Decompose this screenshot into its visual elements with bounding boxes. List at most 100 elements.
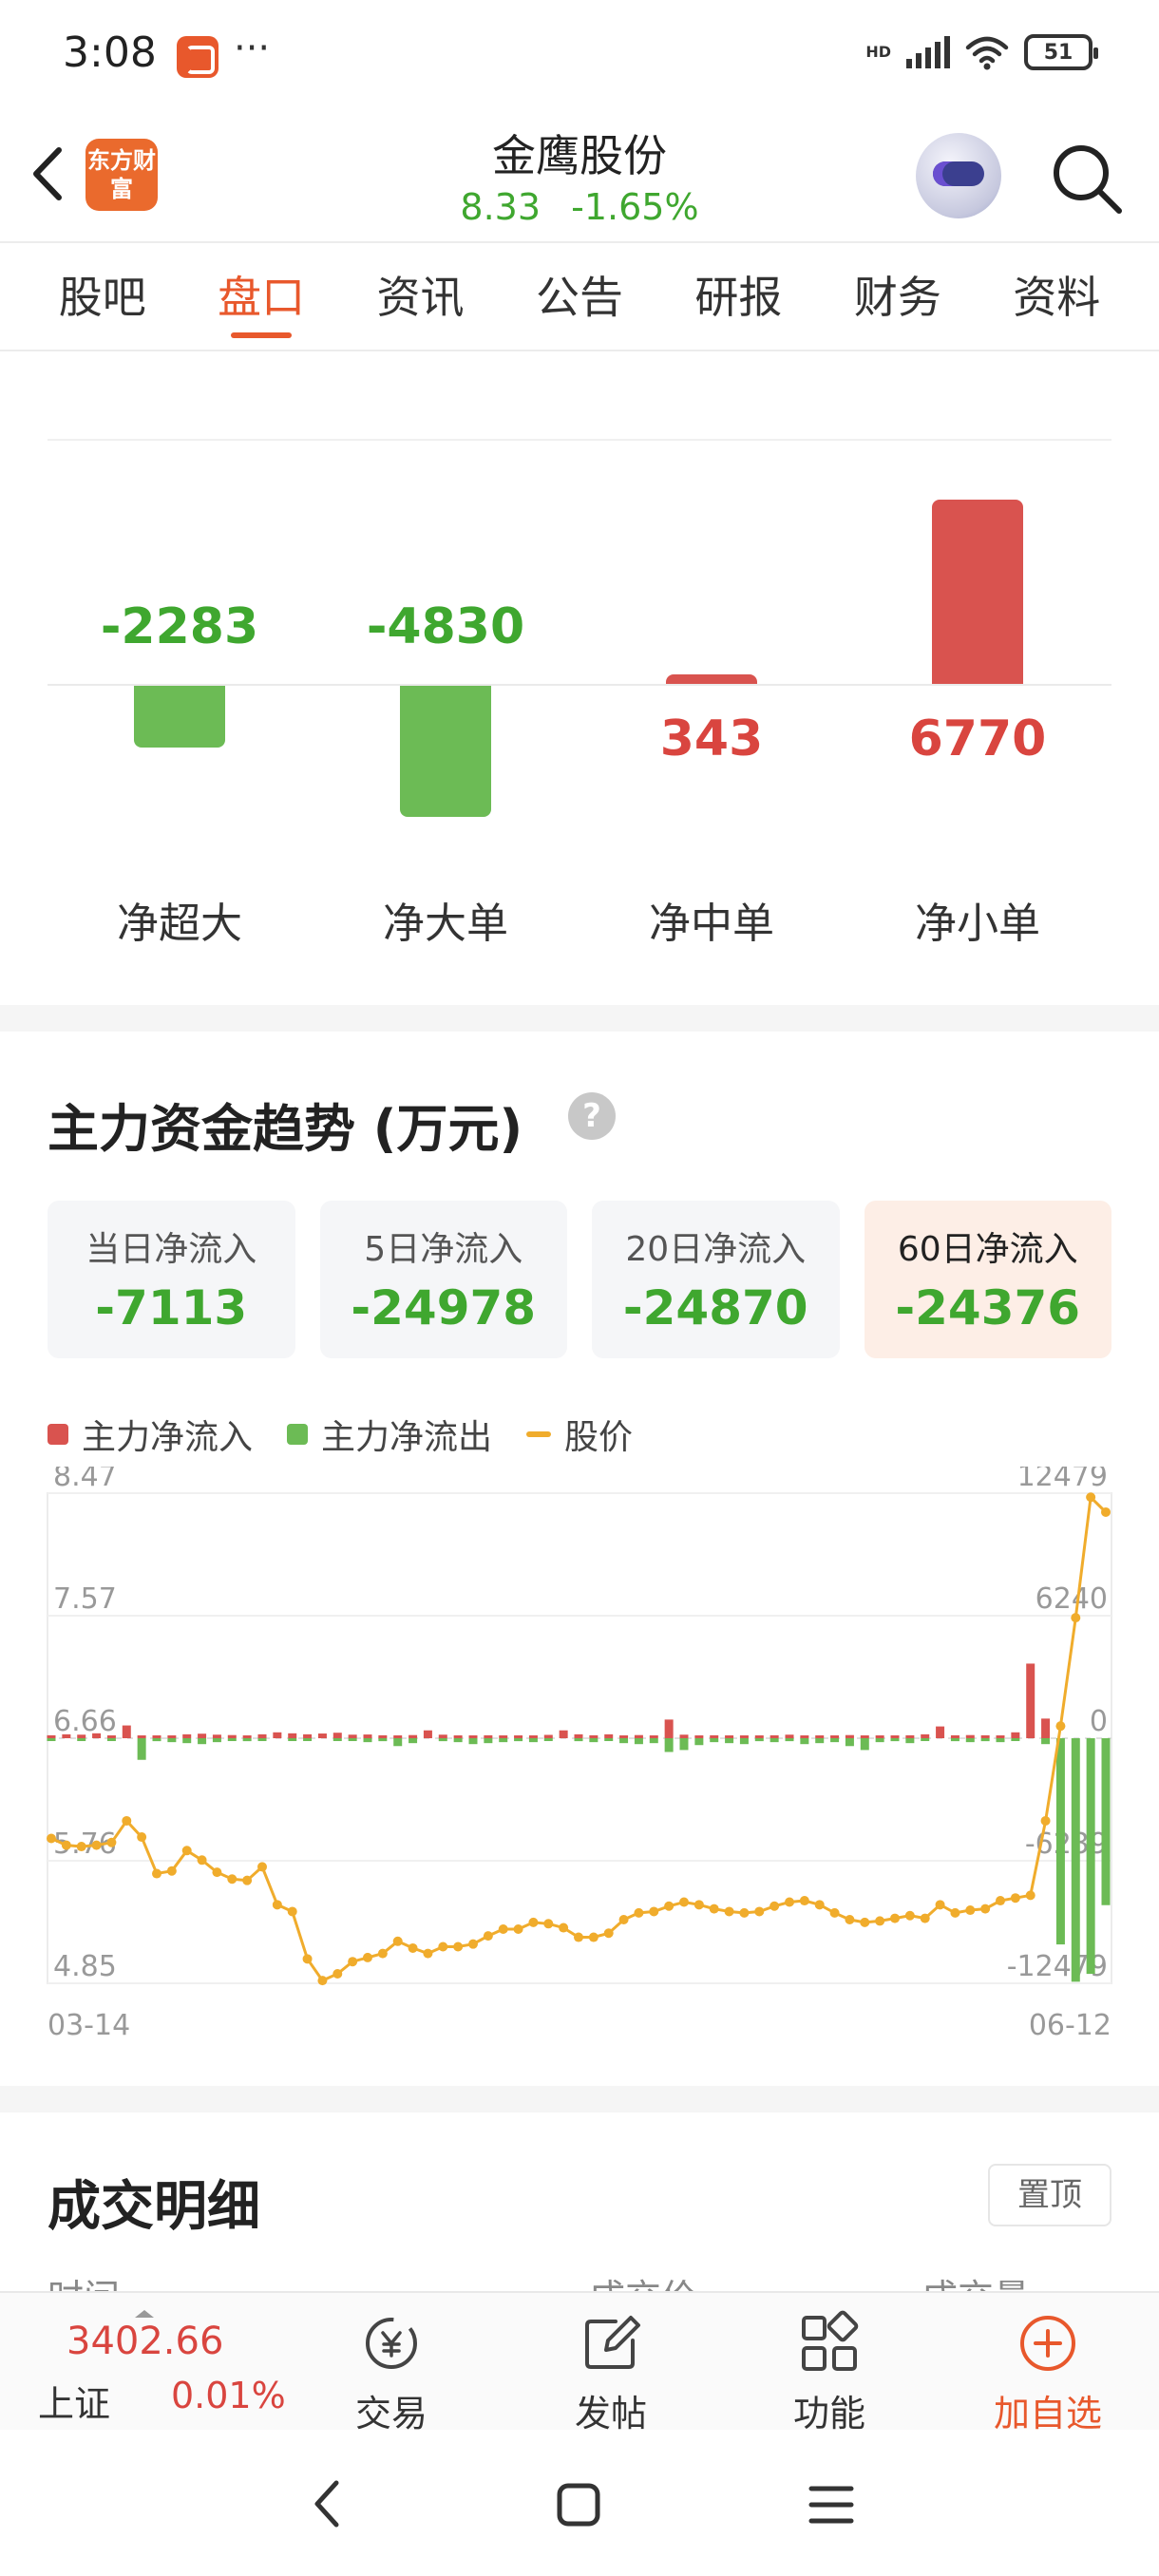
- outflow-bar: [528, 1738, 538, 1743]
- price-point: [197, 1855, 207, 1866]
- search-icon[interactable]: [1049, 141, 1125, 217]
- status-bar: 3:08 ··· HD 51: [0, 0, 1159, 112]
- outflow-bar: [604, 1738, 614, 1741]
- x-tick-end: 06-12: [1029, 2009, 1112, 2042]
- inflow-bar: [317, 1733, 327, 1738]
- inflow-bar: [875, 1735, 884, 1738]
- nav-back-icon[interactable]: [306, 2477, 350, 2530]
- functions-button[interactable]: 功能: [763, 2310, 896, 2436]
- tab-pankou[interactable]: 盘口: [190, 243, 332, 350]
- trade-icon: [366, 2318, 417, 2369]
- outflow-bar: [227, 1738, 237, 1741]
- price-point: [438, 1941, 448, 1952]
- card-20day[interactable]: 20日净流入 -24870: [592, 1201, 840, 1358]
- price-point: [363, 1952, 372, 1962]
- index-change: 0.01%: [171, 2375, 286, 2416]
- nav-menu-icon[interactable]: [808, 2481, 855, 2529]
- flow-value-small: 6770: [908, 710, 1047, 767]
- fund-trend-chart[interactable]: 8.47124797.5762406.6605.76-62394.85-1247…: [0, 1467, 1159, 2046]
- assistant-avatar[interactable]: [916, 133, 1001, 218]
- price-point: [498, 1923, 508, 1934]
- price-point: [980, 1904, 991, 1914]
- section-title: 成交明细: [48, 2176, 260, 2238]
- price-point: [91, 1840, 102, 1850]
- outflow-bar: [710, 1738, 719, 1743]
- outflow-bar: [484, 1738, 493, 1744]
- trade-button[interactable]: 交易: [325, 2310, 458, 2436]
- outflow-bar: [1086, 1738, 1095, 1975]
- legend-inflow[interactable]: 主力净流入: [48, 1410, 253, 1459]
- flow-bar-small: [932, 500, 1023, 684]
- add-watchlist-button[interactable]: 加自选: [981, 2310, 1114, 2436]
- price-point: [61, 1840, 71, 1850]
- inflow-bar: [543, 1734, 553, 1738]
- tab-profile[interactable]: 资料: [985, 243, 1128, 350]
- system-nav-bar: [0, 2430, 1159, 2576]
- outflow-bar: [47, 1738, 56, 1741]
- inflow-bar: [62, 1733, 71, 1738]
- outflow-bar: [679, 1738, 689, 1751]
- inflow-bar: [559, 1730, 568, 1738]
- pin-button[interactable]: 置顶: [988, 2164, 1112, 2226]
- price-point: [1101, 1506, 1111, 1517]
- inflow-swatch-icon: [48, 1424, 68, 1445]
- y-tick-flow: 12479: [1017, 1467, 1108, 1493]
- status-time: 3:08: [63, 28, 157, 77]
- divider-line: [48, 439, 1112, 441]
- inflow-bar: [604, 1733, 614, 1738]
- card-5day[interactable]: 5日净流入 -24978: [319, 1201, 567, 1358]
- flow-value-large: -4830: [366, 598, 525, 655]
- inflow-bar: [77, 1734, 86, 1738]
- tab-news[interactable]: 资讯: [350, 243, 492, 350]
- outflow-bar: [950, 1738, 960, 1742]
- chart-legend: 主力净流入 主力净流出 股价: [48, 1410, 633, 1459]
- inflow-bar: [438, 1734, 447, 1738]
- deal-detail-section: 成交明细 置顶 时间 成交价 成交量: [0, 2112, 1159, 2319]
- price-point: [559, 1923, 569, 1933]
- price-point: [287, 1906, 297, 1917]
- price-point: [106, 1837, 117, 1847]
- x-tick-start: 03-14: [48, 2009, 130, 2042]
- tab-announcements[interactable]: 公告: [508, 243, 651, 350]
- nav-home-icon[interactable]: [555, 2481, 602, 2529]
- flow-bar-large: [400, 686, 491, 818]
- trade-label: 交易: [354, 2393, 428, 2434]
- price-point: [829, 1907, 840, 1918]
- y-tick-flow: 6240: [1036, 1582, 1108, 1616]
- tab-finance[interactable]: 财务: [826, 243, 969, 350]
- legend-outflow[interactable]: 主力净流出: [287, 1410, 492, 1459]
- inflow-bar: [936, 1726, 945, 1738]
- inflow-bar: [649, 1735, 658, 1738]
- price-point: [408, 1942, 418, 1953]
- inflow-bar: [1011, 1732, 1020, 1738]
- tab-research[interactable]: 研报: [667, 243, 809, 350]
- help-icon[interactable]: ?: [568, 1092, 616, 1140]
- inflow-bar: [393, 1735, 403, 1738]
- outflow-bar: [1011, 1738, 1020, 1741]
- index-value: 3402.66: [66, 2320, 224, 2363]
- price-point: [1055, 1721, 1066, 1732]
- post-button[interactable]: 发帖: [544, 2310, 677, 2436]
- inflow-bar: [528, 1735, 538, 1738]
- card-today[interactable]: 当日净流入 -7113: [48, 1201, 295, 1358]
- card-60day[interactable]: 60日净流入 -24376: [864, 1201, 1112, 1358]
- price-line-icon: [526, 1431, 552, 1437]
- outflow-bar: [348, 1738, 357, 1741]
- tab-guba[interactable]: 股吧: [31, 243, 174, 350]
- post-label: 发帖: [574, 2393, 647, 2434]
- legend-price[interactable]: 股价: [526, 1410, 633, 1459]
- inflow-bar: [288, 1733, 297, 1738]
- inflow-bar: [589, 1734, 598, 1738]
- price-point: [649, 1906, 659, 1917]
- inflow-bar: [1026, 1663, 1036, 1738]
- outflow-bar: [363, 1738, 372, 1743]
- outflow-bar: [288, 1738, 297, 1741]
- price-point: [694, 1900, 704, 1910]
- inflow-bar: [830, 1735, 840, 1738]
- flow-label-super-large: 净超大: [117, 900, 242, 948]
- outflow-bar: [212, 1738, 221, 1743]
- outflow-bar: [634, 1738, 643, 1745]
- bottom-toolbar: 3402.66 上证 0.01% 交易 发帖 功能 加自选: [0, 2291, 1159, 2434]
- price-point: [950, 1907, 960, 1918]
- outflow-bar: [378, 1738, 388, 1742]
